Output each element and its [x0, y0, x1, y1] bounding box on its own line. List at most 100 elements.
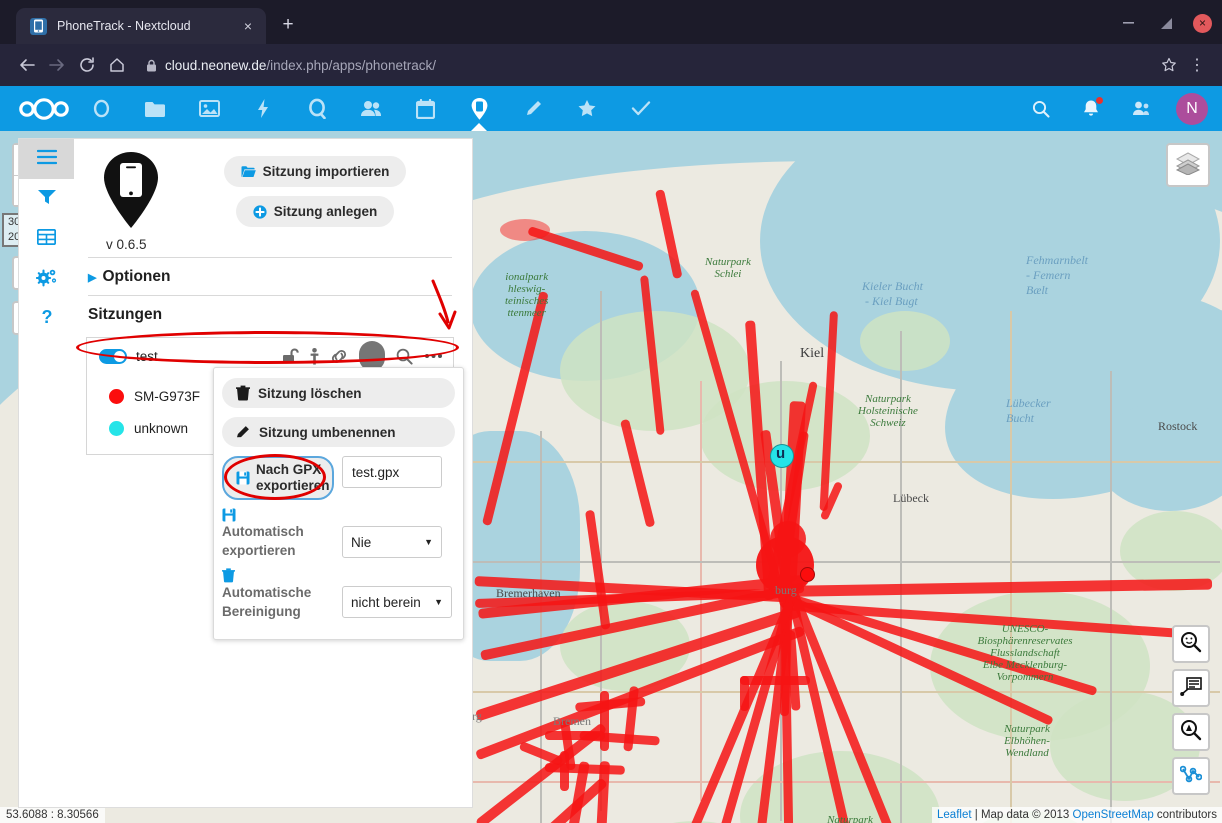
sidebar-item-table[interactable] — [19, 219, 74, 259]
sessions-section-header: Sitzungen — [86, 296, 454, 333]
more-options-icon[interactable] — [424, 352, 443, 360]
header-search-icon[interactable] — [1016, 86, 1066, 131]
table-icon — [36, 228, 57, 250]
nc-app-files[interactable] — [128, 86, 182, 131]
nextcloud-header-right: N — [1016, 86, 1222, 131]
auto-purge-label-line1: Automatische — [222, 585, 312, 600]
polyline-icon — [1179, 764, 1203, 789]
device-marker-unknown-label: u — [776, 445, 786, 462]
import-session-button[interactable]: Sitzung importieren — [223, 156, 407, 187]
nc-app-favorites[interactable] — [560, 86, 614, 131]
attrib-separator: | — [971, 809, 981, 821]
window-minimize-button[interactable] — [1117, 12, 1139, 34]
nc-app-phonetrack[interactable] — [452, 86, 506, 131]
window-close-button[interactable]: × — [1193, 13, 1212, 33]
home-button[interactable] — [102, 50, 132, 80]
rename-session-button[interactable]: Sitzung umbenennen — [222, 417, 455, 447]
browser-window: PhoneTrack - Nextcloud × + × cloud.neone… — [0, 0, 1222, 823]
options-section-header[interactable]: ▶ Optionen — [86, 258, 454, 295]
svg-text:?: ? — [41, 307, 52, 327]
osm-link[interactable]: OpenStreetMap — [1073, 809, 1154, 821]
map-layers-control[interactable] — [1166, 143, 1210, 187]
map-toggle-labels-control[interactable] — [1172, 669, 1210, 707]
unlock-icon[interactable] — [282, 348, 299, 364]
link-icon[interactable] — [330, 349, 348, 364]
header-notifications-icon[interactable] — [1066, 86, 1116, 131]
nc-app-search[interactable] — [290, 86, 344, 131]
nc-app-dashboard[interactable] — [74, 86, 128, 131]
auto-export-value: Nie — [351, 534, 372, 550]
map-coordinates: 53.6088 : 8.30566 — [0, 807, 105, 823]
chevron-down-icon: ▼ — [424, 537, 433, 547]
device-marker-sm-g973f[interactable] — [800, 567, 815, 582]
save-icon — [236, 471, 250, 485]
nc-app-contacts[interactable] — [344, 86, 398, 131]
sidebar-item-sessions[interactable] — [19, 139, 74, 179]
nc-app-calendar[interactable] — [398, 86, 452, 131]
auto-purge-value: nicht berein — [351, 594, 421, 610]
zoom-all-icon — [1180, 631, 1202, 658]
nextcloud-app-menu — [74, 86, 668, 131]
auto-purge-select[interactable]: nicht berein ▼ — [342, 586, 452, 618]
nextcloud-header: N — [0, 86, 1222, 131]
address-bar[interactable]: cloud.neonew.de/index.php/apps/phonetrac… — [146, 51, 1150, 79]
export-gpx-button[interactable]: Nach GPX exportieren — [222, 456, 334, 500]
leaflet-link[interactable]: Leaflet — [937, 809, 972, 821]
nc-app-photos[interactable] — [182, 86, 236, 131]
nc-app-tasks[interactable] — [614, 86, 668, 131]
header-contacts-menu-icon[interactable] — [1116, 86, 1166, 131]
create-session-label: Sitzung anlegen — [273, 204, 378, 219]
device-name: SM-G973F — [134, 388, 201, 404]
export-filename-input[interactable] — [342, 456, 442, 488]
nc-app-activity[interactable] — [236, 86, 290, 131]
chevron-right-icon: ▶ — [88, 271, 97, 284]
back-button[interactable] — [12, 50, 42, 80]
device-color-dot — [109, 420, 124, 436]
nextcloud-logo[interactable] — [14, 86, 74, 131]
question-icon: ? — [40, 307, 54, 332]
auto-export-select[interactable]: Nie ▼ — [342, 526, 442, 558]
url-text: cloud.neonew.de/index.php/apps/phonetrac… — [165, 58, 436, 73]
trash-icon — [236, 385, 250, 401]
export-gpx-label: Nach GPX exportieren — [256, 462, 330, 493]
auto-export-label-line2: exportieren — [222, 543, 296, 558]
sidebar-item-filters[interactable] — [19, 179, 74, 219]
session-context-menu: Sitzung löschen Sitzung umbenennen Nach … — [213, 367, 464, 640]
person-icon[interactable] — [310, 347, 319, 365]
tab-close-icon[interactable]: × — [238, 16, 258, 36]
device-color-dot — [109, 388, 124, 404]
folder-open-icon — [241, 165, 256, 178]
nc-app-notes[interactable] — [506, 86, 560, 131]
map-zoom-to-all-control[interactable] — [1172, 625, 1210, 663]
trash-icon — [222, 568, 334, 583]
user-avatar[interactable]: N — [1176, 92, 1208, 125]
browser-tab[interactable]: PhoneTrack - Nextcloud × — [16, 8, 266, 44]
map-attribution: Leaflet | Map data © 2013 OpenStreetMap … — [932, 807, 1222, 823]
window-maximize-button[interactable] — [1155, 12, 1177, 34]
bookmark-star-icon[interactable] — [1154, 50, 1184, 80]
reload-button[interactable] — [72, 50, 102, 80]
zoom-device-icon — [1180, 719, 1202, 746]
delete-session-button[interactable]: Sitzung löschen — [222, 378, 455, 408]
sidebar-item-settings[interactable] — [19, 259, 74, 299]
map-zoom-to-device-control[interactable] — [1172, 713, 1210, 751]
label-icon — [1180, 676, 1202, 701]
device-name: unknown — [134, 420, 189, 436]
chevron-down-icon: ▼ — [434, 597, 443, 607]
sidebar-item-help[interactable]: ? — [19, 299, 74, 339]
map-toggle-lines-control[interactable] — [1172, 757, 1210, 795]
forward-button[interactable] — [42, 50, 72, 80]
create-session-button[interactable]: Sitzung anlegen — [235, 196, 395, 227]
auto-purge-row: Automatische Bereinigung nicht berein ▼ — [222, 568, 455, 621]
session-name: test — [136, 348, 158, 364]
session-toggle[interactable] — [99, 348, 127, 364]
attrib-mapdata: Map data © 2013 — [980, 809, 1073, 821]
browser-menu-button[interactable]: ⋮ — [1184, 50, 1210, 80]
zoom-icon[interactable] — [396, 348, 413, 365]
new-tab-button[interactable]: + — [276, 14, 300, 38]
phonetrack-tab-strip: ? — [19, 139, 74, 807]
browser-toolbar: cloud.neonew.de/index.php/apps/phonetrac… — [0, 44, 1222, 86]
window-controls: × — [1117, 12, 1212, 34]
attrib-contributors: contributors — [1153, 809, 1217, 821]
pencil-icon — [236, 425, 251, 440]
